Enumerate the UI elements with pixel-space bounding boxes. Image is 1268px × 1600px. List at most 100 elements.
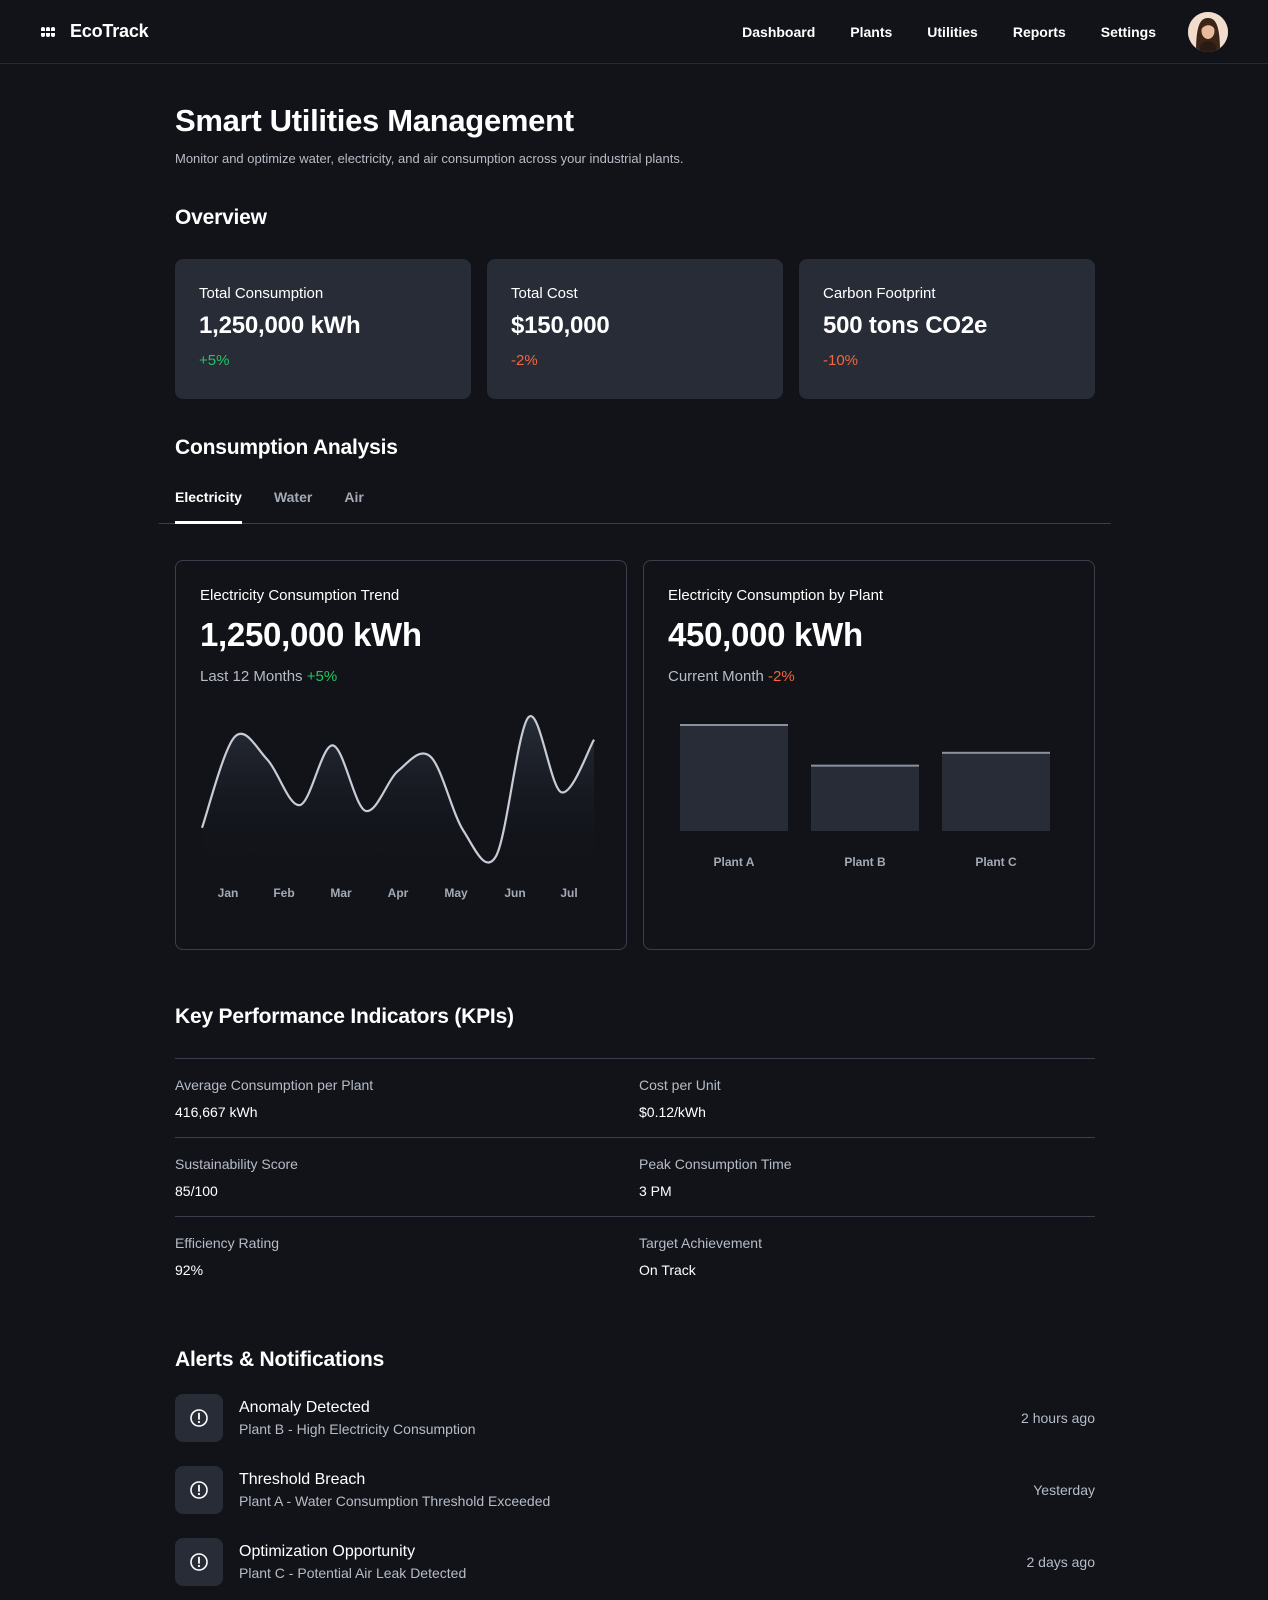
brand-name: EcoTrack xyxy=(70,21,149,41)
kpi-label: Peak Consumption Time xyxy=(639,1156,792,1173)
chart-value: 1,250,000 kWh xyxy=(200,616,422,654)
kpi-grid: Average Consumption per Plant 416,667 kW… xyxy=(175,1058,1095,1296)
bar-top-edge xyxy=(811,764,919,767)
chart-value: 450,000 kWh xyxy=(668,616,863,654)
chart-change: +5% xyxy=(306,668,338,686)
stat-label: Carbon Footprint xyxy=(823,285,936,303)
overview-cards: Total Consumption 1,250,000 kWh +5% Tota… xyxy=(175,259,1095,400)
bar-plant-b[interactable] xyxy=(811,764,919,832)
chart-subtitle: Last 12 Months +5% xyxy=(200,668,602,685)
alert-time: Yesterday xyxy=(1033,1482,1095,1499)
kpi-value: On Track xyxy=(639,1262,696,1279)
main-content: Smart Utilities Management Monitor and o… xyxy=(159,64,1111,1587)
alert-text: Threshold Breach Plant A - Water Consump… xyxy=(239,1471,1033,1509)
consumption-by-plant-card: Electricity Consumption by Plant 450,000… xyxy=(643,560,1095,951)
bar-plant-a[interactable] xyxy=(680,724,788,832)
chart-period: Last 12 Months xyxy=(200,668,303,686)
x-axis-label: Jan xyxy=(218,886,239,900)
stat-label: Total Consumption xyxy=(199,285,324,303)
alerts-list: Anomaly Detected Plant B - High Electric… xyxy=(175,1394,1096,1587)
kpi-value: 92% xyxy=(175,1262,204,1279)
eco-logo-icon xyxy=(41,26,55,37)
tab-water[interactable]: Water xyxy=(274,480,312,523)
stat-card-carbon-footprint: Carbon Footprint 500 tons CO2e -10% xyxy=(799,259,1095,400)
tab-air[interactable]: Air xyxy=(344,480,363,523)
consumption-trend-chart: Jan Feb Mar Apr May Jun Jul xyxy=(200,715,595,900)
kpi-value: 3 PM xyxy=(639,1183,672,1200)
kpi-value: 85/100 xyxy=(175,1183,218,1200)
page-title: Smart Utilities Management xyxy=(175,103,574,138)
bar-plant-c[interactable] xyxy=(942,752,1050,832)
kpi-sustainability-score: Sustainability Score 85/100 xyxy=(175,1138,631,1216)
kpi-label: Sustainability Score xyxy=(175,1156,298,1173)
stat-change: +5% xyxy=(199,352,230,370)
nav-utilities[interactable]: Utilities xyxy=(927,24,978,40)
nav-settings[interactable]: Settings xyxy=(1101,24,1156,40)
kpi-target-achievement: Target Achievement On Track xyxy=(631,1217,1095,1296)
kpi-efficiency-rating: Efficiency Rating 92% xyxy=(175,1217,631,1296)
x-axis-label: Plant B xyxy=(844,855,886,869)
kpi-peak-consumption-time: Peak Consumption Time 3 PM xyxy=(631,1138,1095,1216)
alert-circle-icon xyxy=(175,1394,223,1443)
chart-subtitle: Current Month -2% xyxy=(668,668,1070,685)
consumption-trend-card: Electricity Consumption Trend 1,250,000 … xyxy=(175,560,627,951)
alert-title: Optimization Opportunity xyxy=(239,1543,416,1561)
main-nav: Dashboard Plants Utilities Reports Setti… xyxy=(742,24,1156,40)
nav-dashboard[interactable]: Dashboard xyxy=(742,24,815,40)
stat-card-total-consumption: Total Consumption 1,250,000 kWh +5% xyxy=(175,259,471,400)
consumption-by-plant-chart: Plant A Plant B Plant C xyxy=(680,724,1050,869)
alert-text: Anomaly Detected Plant B - High Electric… xyxy=(239,1399,1021,1437)
x-axis-label: Mar xyxy=(330,886,352,900)
kpi-label: Efficiency Rating xyxy=(175,1235,280,1252)
user-avatar-image xyxy=(1188,11,1228,52)
trend-area xyxy=(202,716,594,872)
bar-top-edge xyxy=(680,724,788,727)
chart-change: -2% xyxy=(768,668,795,686)
x-axis-label: Plant A xyxy=(714,855,755,869)
kpi-heading: Key Performance Indicators (KPIs) xyxy=(175,1005,514,1029)
kpi-value: 416,667 kWh xyxy=(175,1104,258,1121)
alert-description: Plant A - Water Consumption Threshold Ex… xyxy=(239,1493,551,1510)
stat-label: Total Cost xyxy=(511,285,578,303)
alert-description: Plant C - Potential Air Leak Detected xyxy=(239,1565,467,1582)
nav-reports[interactable]: Reports xyxy=(1013,24,1066,40)
alert-circle-icon xyxy=(175,1466,223,1515)
alert-item[interactable]: Optimization Opportunity Plant C - Poten… xyxy=(175,1538,1096,1587)
chart-label: Electricity Consumption by Plant xyxy=(668,587,884,605)
alert-description: Plant B - High Electricity Consumption xyxy=(239,1421,476,1438)
x-axis-label: Apr xyxy=(388,886,409,900)
stat-value: 1,250,000 kWh xyxy=(199,312,361,340)
chart-period: Current Month xyxy=(668,668,764,686)
utility-tabs: Electricity Water Air xyxy=(159,480,1111,525)
kpi-row: Average Consumption per Plant 416,667 kW… xyxy=(175,1059,1095,1139)
kpi-label: Average Consumption per Plant xyxy=(175,1077,374,1094)
stat-change: -2% xyxy=(511,352,538,370)
stat-change: -10% xyxy=(823,352,859,370)
alert-time: 2 hours ago xyxy=(1021,1410,1095,1427)
top-navigation-bar: EcoTrack Dashboard Plants Utilities Repo… xyxy=(0,0,1268,64)
x-axis-label: May xyxy=(444,886,468,900)
nav-plants[interactable]: Plants xyxy=(850,24,892,40)
charts-row: Electricity Consumption Trend 1,250,000 … xyxy=(175,560,1095,951)
kpi-label: Cost per Unit xyxy=(639,1077,721,1094)
alert-circle-icon xyxy=(175,1538,223,1587)
kpi-value: $0.12/kWh xyxy=(639,1104,706,1121)
alert-text: Optimization Opportunity Plant C - Poten… xyxy=(239,1543,1027,1581)
alert-item[interactable]: Threshold Breach Plant A - Water Consump… xyxy=(175,1466,1095,1515)
alert-item[interactable]: Anomaly Detected Plant B - High Electric… xyxy=(175,1394,1095,1443)
x-axis-label: Plant C xyxy=(975,855,1017,869)
page-subtitle: Monitor and optimize water, electricity,… xyxy=(175,151,684,167)
kpi-average-consumption: Average Consumption per Plant 416,667 kW… xyxy=(175,1059,631,1137)
consumption-analysis-heading: Consumption Analysis xyxy=(175,436,398,460)
bar-top-edge xyxy=(942,752,1050,755)
x-axis-label: Feb xyxy=(273,886,294,900)
tab-electricity[interactable]: Electricity xyxy=(175,480,242,525)
overview-heading: Overview xyxy=(175,206,267,230)
x-axis-label: Jun xyxy=(504,886,525,900)
brand[interactable]: EcoTrack xyxy=(40,21,149,42)
stat-card-total-cost: Total Cost $150,000 -2% xyxy=(487,259,783,400)
alert-title: Anomaly Detected xyxy=(239,1399,370,1417)
kpi-row: Sustainability Score 85/100 Peak Consump… xyxy=(175,1138,1095,1218)
alert-time: 2 days ago xyxy=(1026,1554,1096,1571)
user-avatar[interactable] xyxy=(1188,11,1228,52)
